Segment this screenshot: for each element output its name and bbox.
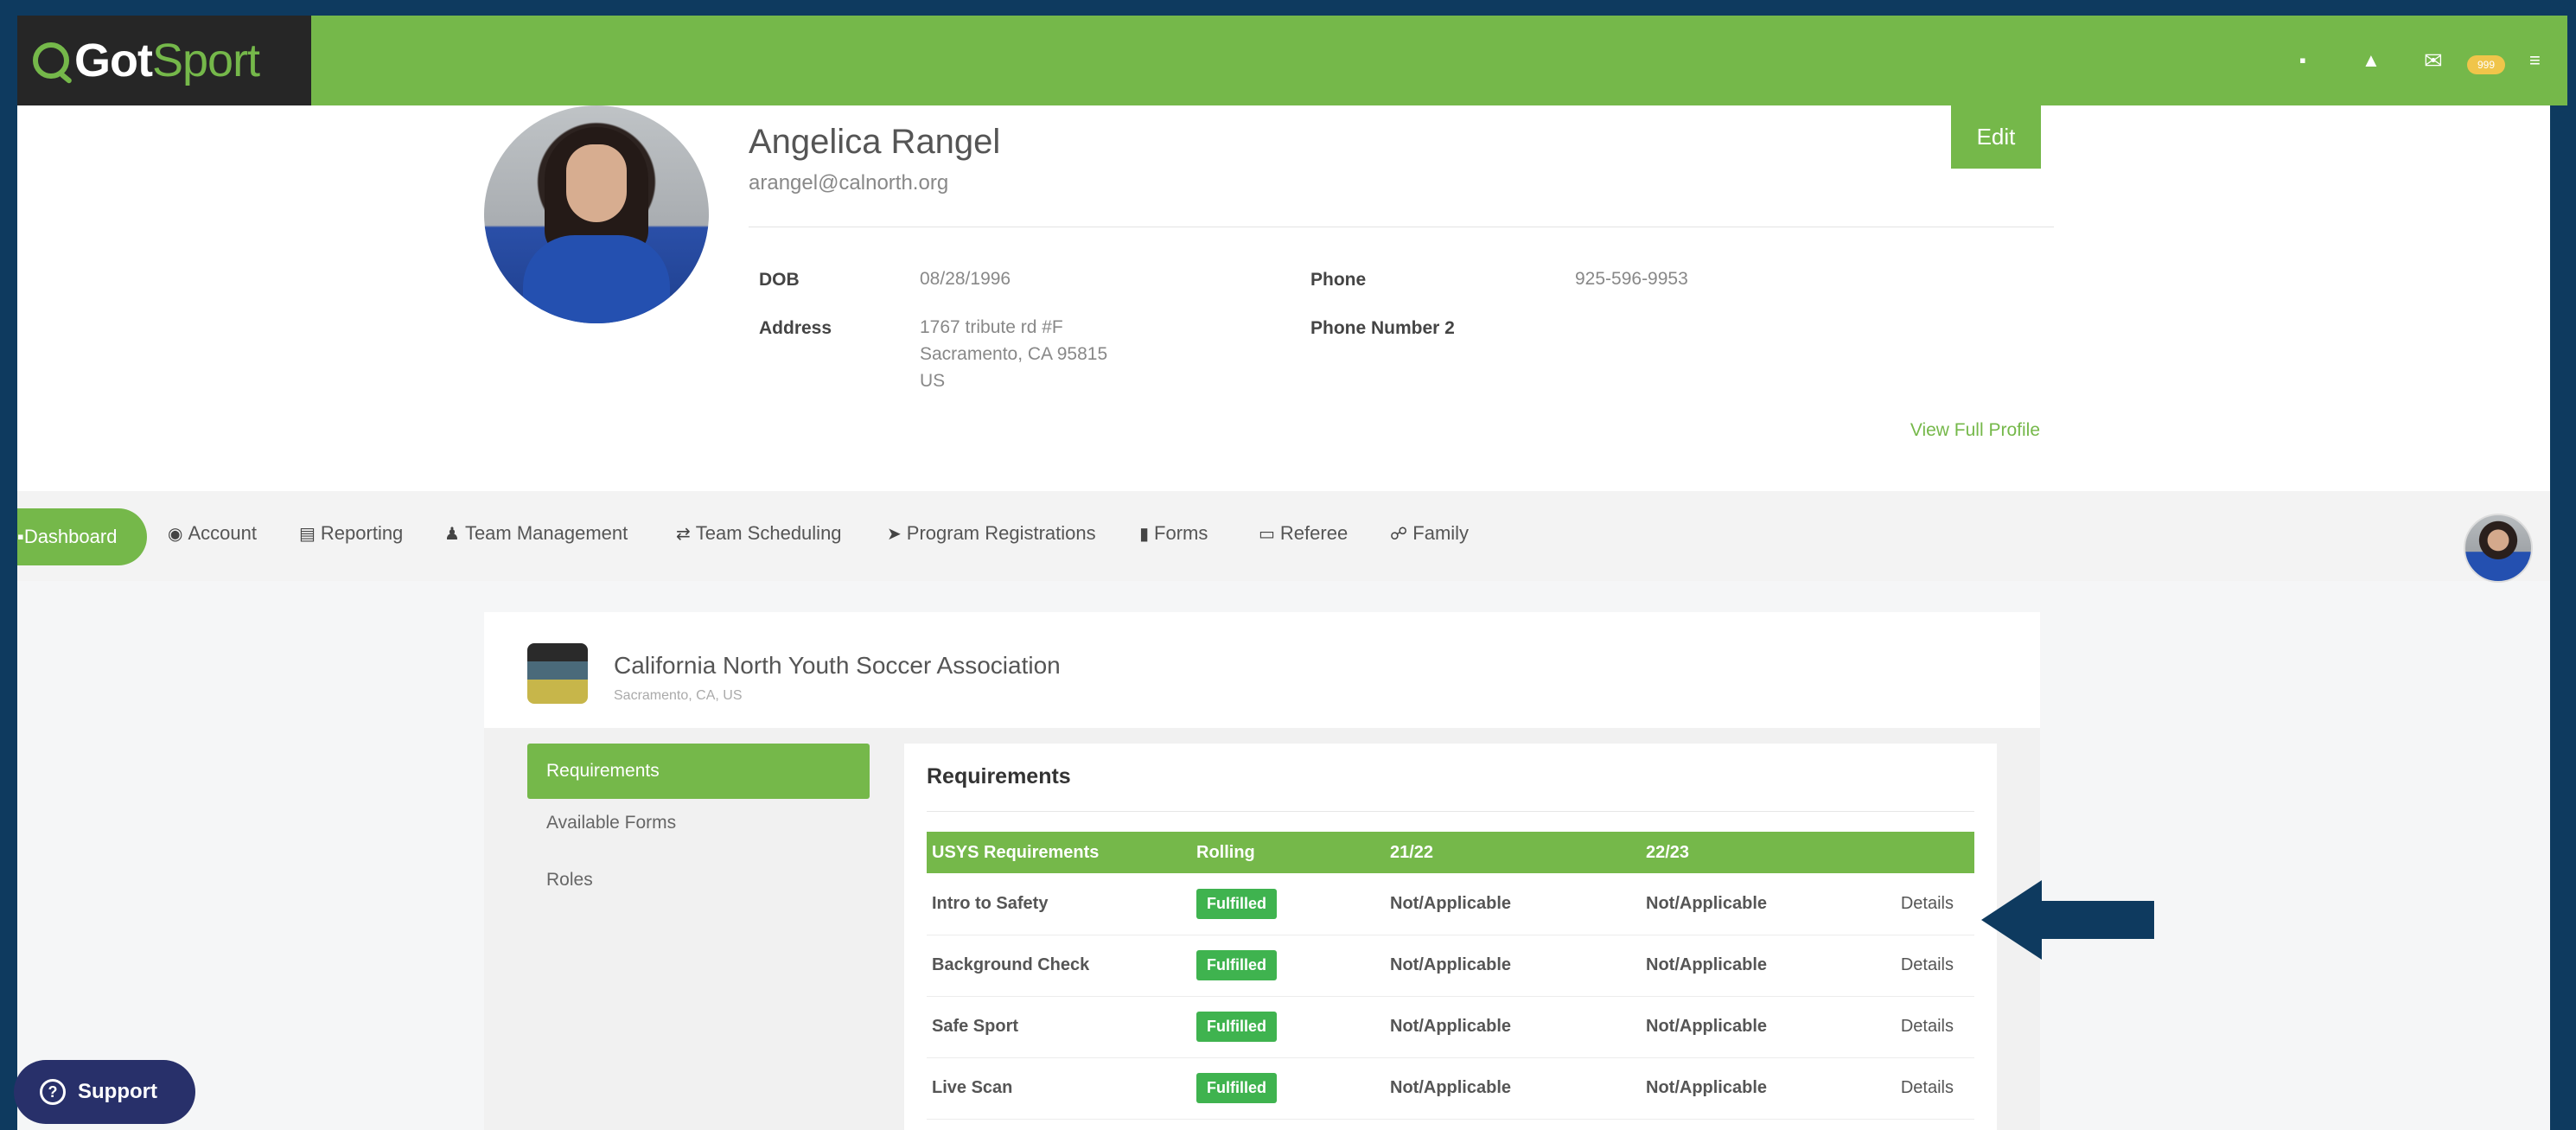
edit-button[interactable]: Edit [1951, 105, 2041, 169]
rolling-cell: Fulfilled [1191, 1057, 1385, 1120]
dob-value: 08/28/1996 [920, 269, 1011, 289]
phone-label: Phone [1310, 270, 1367, 290]
profile-section: Angelica Rangel arangel@calnorth.org Edi… [17, 105, 2550, 491]
logo-text: GotSport [74, 35, 260, 86]
send-icon: ➤ [887, 525, 902, 544]
table-row: Intro to Safety Fulfilled Not/Applicable… [927, 873, 1974, 935]
user-avatar[interactable] [2464, 514, 2533, 583]
gotsport-logo[interactable]: GotSport [17, 16, 311, 105]
organization-location: Sacramento, CA, US [614, 688, 743, 703]
table-row: Safe Sport Fulfilled Not/Applicable Not/… [927, 996, 1974, 1058]
nav-program-registrations[interactable]: ➤ Program Registrations [887, 522, 1096, 545]
status-2122: Not/Applicable [1385, 996, 1641, 1058]
details-link[interactable]: Details [1865, 1057, 1974, 1120]
requirements-title: Requirements [927, 764, 1071, 788]
swap-icon: ⇄ [676, 525, 691, 544]
calendar-icon: ▭ [1259, 525, 1275, 544]
fulfilled-badge: Fulfilled [1196, 1073, 1277, 1103]
sidebar-item-roles[interactable]: Roles [527, 861, 870, 899]
details-link[interactable]: Details [1865, 996, 1974, 1058]
nav-bar: ▪Dashboard ◉ Account ▤ Reporting ♟ Team Man… [17, 491, 2550, 583]
nav-team-management[interactable]: ♟ Team Management [444, 522, 628, 545]
status-2223: Not/Applicable [1641, 935, 1865, 997]
nav-forms[interactable]: ▮ Forms [1139, 522, 1208, 545]
nav-dashboard[interactable]: ▪Dashboard [17, 508, 147, 565]
requirements-panel: Requirements USYS Requirements Rolling 2… [904, 744, 1997, 1130]
dob-label: DOB [759, 270, 800, 290]
profile-email: arangel@calnorth.org [749, 171, 949, 195]
organization-name: California North Youth Soccer Associatio… [614, 652, 1061, 679]
mail-count-badge: 999 [2467, 55, 2505, 74]
phone-value: 925-596-9953 [1575, 269, 1688, 289]
file-icon: ▮ [1139, 525, 1150, 544]
family-icon: ☍ [1390, 525, 1408, 544]
requirement-name: Background Check [927, 935, 1191, 997]
status-2223: Not/Applicable [1641, 873, 1865, 935]
column-header: USYS Requirements [927, 832, 1191, 873]
top-bar: GotSport ▪ ▲ ✉ 999 ≡ [17, 16, 2567, 105]
main-content: Angelica Rangel arangel@calnorth.org Edi… [17, 105, 2550, 1130]
rolling-cell: Fulfilled [1191, 873, 1385, 935]
table-header-row: USYS Requirements Rolling 21/22 22/23 [927, 832, 1974, 873]
reporting-icon: ▤ [299, 525, 316, 544]
address-value: 1767 tribute rd #F Sacramento, CA 95815 … [920, 317, 1108, 391]
profile-avatar [484, 105, 709, 323]
organization-card: California North Youth Soccer Associatio… [484, 612, 2040, 1130]
status-2122: Not/Applicable [1385, 1057, 1641, 1120]
menu-icon[interactable]: ≡ [2529, 50, 2541, 71]
status-2122: Not/Applicable [1385, 873, 1641, 935]
status-2223: Not/Applicable [1641, 996, 1865, 1058]
sidebar-item-requirements[interactable]: Requirements [527, 744, 870, 799]
dashboard-icon: ▪ [17, 526, 24, 547]
list-icon[interactable]: ▪ [2299, 50, 2306, 71]
support-label: Support [78, 1080, 157, 1103]
address-label: Address [759, 318, 832, 338]
pointer-arrow-icon [1981, 880, 2154, 960]
details-link[interactable]: Details [1865, 873, 1974, 935]
rolling-cell: Fulfilled [1191, 935, 1385, 997]
status-2223: Not/Applicable [1641, 1057, 1865, 1120]
sidebar-item-available-forms[interactable]: Available Forms [527, 804, 870, 842]
nav-referee[interactable]: ▭ Referee [1259, 522, 1348, 545]
requirement-name: Intro to Safety [927, 873, 1191, 935]
status-2122: Not/Applicable [1385, 935, 1641, 997]
logo-mark-icon [33, 42, 69, 79]
column-header: 22/23 [1641, 832, 1865, 873]
requirement-name: Live Scan [927, 1057, 1191, 1120]
help-icon: ? [40, 1079, 66, 1105]
profile-name: Angelica Rangel [749, 123, 1001, 161]
requirements-table: USYS Requirements Rolling 21/22 22/23 In… [927, 832, 1974, 1120]
support-button[interactable]: ? Support [14, 1060, 195, 1124]
account-icon: ◉ [168, 525, 183, 544]
table-row: Background Check Fulfilled Not/Applicabl… [927, 935, 1974, 997]
user-icon[interactable]: ▲ [2362, 50, 2381, 71]
requirements-divider [927, 811, 1974, 812]
nav-account[interactable]: ◉ Account [168, 522, 257, 545]
requirement-name: Safe Sport [927, 996, 1191, 1058]
column-header [1865, 832, 1974, 873]
view-full-profile-link[interactable]: View Full Profile [1902, 420, 2040, 441]
details-link[interactable]: Details [1865, 935, 1974, 997]
table-row: Live Scan Fulfilled Not/Applicable Not/A… [927, 1057, 1974, 1120]
mail-icon[interactable]: ✉ [2424, 49, 2443, 72]
team-icon: ♟ [444, 525, 460, 544]
phone2-label: Phone Number 2 [1310, 318, 1455, 338]
fulfilled-badge: Fulfilled [1196, 1012, 1277, 1042]
rolling-cell: Fulfilled [1191, 996, 1385, 1058]
nav-family[interactable]: ☍ Family [1390, 522, 1469, 545]
nav-team-scheduling[interactable]: ⇄ Team Scheduling [676, 522, 842, 545]
fulfilled-badge: Fulfilled [1196, 950, 1277, 980]
nav-reporting[interactable]: ▤ Reporting [299, 522, 403, 545]
fulfilled-badge: Fulfilled [1196, 888, 1277, 919]
organization-header: California North Youth Soccer Associatio… [484, 612, 2040, 728]
organization-logo [527, 643, 588, 704]
column-header: 21/22 [1385, 832, 1641, 873]
column-header: Rolling [1191, 832, 1385, 873]
